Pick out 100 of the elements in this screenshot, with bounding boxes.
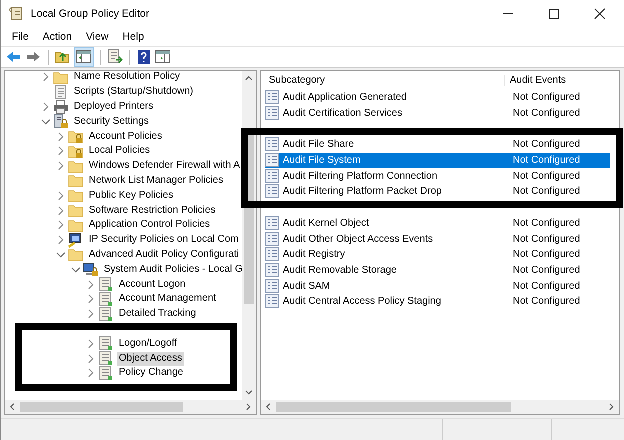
list-row[interactable]: Audit File System Not Configured (265, 152, 610, 168)
collapsed-chevron-icon[interactable] (86, 354, 96, 364)
menu-item[interactable]: Action (36, 31, 80, 43)
tree-item[interactable]: Public Key Policies (87, 188, 176, 203)
tree-item[interactable]: Detailed Tracking (117, 307, 198, 322)
table-cell-text: Audit Certification Services (283, 107, 402, 122)
list-row[interactable]: Audit Certification Services Not Configured (265, 106, 610, 122)
tree-item[interactable]: Software Restriction Policies (87, 204, 218, 218)
computer-lock-icon (83, 262, 99, 278)
list-row[interactable]: Audit Registry Not Configured (265, 246, 610, 263)
expanded-chevron-icon[interactable] (71, 264, 81, 275)
policy-list-icon (265, 153, 280, 168)
tree-item[interactable]: Logon/Logoff (117, 336, 180, 351)
column-header[interactable]: Subcategory (261, 75, 505, 86)
table-cell-text: Audit Application Generated (283, 91, 407, 106)
collapsed-chevron-icon[interactable] (56, 220, 66, 230)
collapsed-chevron-icon[interactable] (41, 72, 51, 82)
policy-list-icon (265, 294, 280, 310)
tree-item[interactable]: Deployed Printers (72, 100, 156, 114)
tree-item[interactable]: Name Resolution Policy (72, 70, 182, 84)
collapsed-chevron-icon[interactable] (86, 368, 96, 378)
list-row[interactable]: Audit Application Generated Not Configured (265, 90, 610, 106)
locked-folder-icon (68, 144, 84, 159)
collapsed-chevron-icon[interactable] (86, 280, 96, 290)
table-cell-text: Not Configured (512, 216, 580, 231)
policy-list-icon (265, 262, 280, 278)
tree-pane-icon[interactable] (76, 49, 92, 65)
computer-key-icon (68, 232, 84, 248)
scroll-down-icon[interactable] (244, 388, 254, 397)
action-pane-icon[interactable] (155, 49, 171, 65)
column-header[interactable]: Audit Events (505, 75, 566, 86)
list-row[interactable]: Audit Removable Storage Not Configured (265, 262, 610, 278)
table-cell-text: Audit File System (283, 154, 361, 168)
back-arrow-icon[interactable] (5, 49, 22, 65)
tree-item[interactable]: Account Logon (117, 278, 188, 292)
expanded-chevron-icon[interactable] (56, 250, 66, 260)
collapsed-chevron-icon[interactable] (56, 146, 66, 156)
table-cell-text: Audit Other Object Access Events (283, 232, 434, 247)
expanded-chevron-icon[interactable] (41, 116, 51, 127)
export-list-icon[interactable] (107, 49, 123, 65)
tree-item[interactable]: IP Security Policies on Local Com (87, 233, 241, 248)
table-cell-text: Not Configured (512, 154, 580, 168)
collapsed-chevron-icon[interactable] (56, 132, 66, 142)
folder-icon (68, 218, 84, 233)
folder-icon (68, 158, 84, 174)
table-cell-text: Not Configured (512, 170, 580, 184)
list-row[interactable]: Audit Filtering Platform Packet Drop Not Configured (265, 184, 610, 200)
horizontal-scrollbar[interactable] (5, 400, 256, 414)
list-row[interactable]: Audit Other Object Access Events Not Configured (265, 231, 610, 247)
policy-list-icon (265, 137, 280, 152)
menu-item[interactable]: View (79, 31, 116, 43)
close-icon[interactable] (594, 8, 606, 20)
collapsed-chevron-icon[interactable] (86, 294, 96, 304)
collapsed-chevron-icon[interactable] (86, 309, 96, 320)
policy-list-icon (265, 278, 280, 294)
policy-sheet-icon (98, 292, 114, 307)
table-cell-text: Not Configured (512, 138, 580, 152)
scroll-up-icon[interactable] (244, 74, 254, 83)
printer-icon (53, 100, 69, 114)
collapsed-chevron-icon[interactable] (41, 102, 51, 112)
list-row[interactable]: Audit Central Access Policy Staging Not Configured (265, 294, 610, 310)
server-lock-icon (53, 114, 69, 130)
menu-item[interactable]: Help (116, 31, 152, 43)
help-icon[interactable] (136, 49, 152, 65)
tree-item[interactable]: Network List Manager Policies (87, 174, 226, 188)
tree-item[interactable]: Application Control Policies (87, 218, 212, 232)
tree-item[interactable]: Local Policies (87, 144, 152, 158)
policy-list-icon (265, 216, 280, 231)
policy-list-icon (265, 106, 280, 122)
collapsed-chevron-icon[interactable] (56, 235, 66, 246)
list-row[interactable]: Audit Kernel Object Not Configured (265, 216, 610, 232)
maximize-icon[interactable] (548, 8, 560, 20)
list-row[interactable]: Audit SAM Not Configured (265, 278, 610, 294)
tree-item[interactable]: Account Management (117, 292, 218, 306)
collapsed-chevron-icon[interactable] (56, 190, 66, 201)
folder-icon (53, 70, 69, 85)
window-title: Local Group Policy Editor (31, 8, 150, 20)
table-cell-text: Not Configured (512, 232, 580, 247)
tree-item[interactable]: System Audit Policies - Local G (102, 262, 242, 277)
tree-item[interactable]: Account Policies (87, 130, 164, 144)
forward-arrow-icon[interactable] (25, 49, 42, 65)
collapsed-chevron-icon[interactable] (86, 338, 96, 349)
list-row[interactable]: Audit File Share Not Configured (265, 137, 610, 153)
tree-item[interactable]: Object Access (117, 352, 184, 366)
table-cell-text: Not Configured (512, 280, 580, 294)
menu-item[interactable]: File (5, 31, 36, 43)
tree-item[interactable]: Windows Defender Firewall with A (87, 159, 242, 174)
policy-sheet-icon (98, 306, 114, 322)
tree-item[interactable]: Security Settings (72, 114, 152, 129)
horizontal-scrollbar[interactable] (261, 400, 619, 414)
tree-item[interactable]: Scripts (Startup/Shutdown) (72, 85, 196, 100)
tree-item[interactable]: Advanced Audit Policy Configurati (87, 248, 242, 262)
collapsed-chevron-icon[interactable] (56, 161, 66, 172)
script-icon (53, 84, 69, 100)
collapsed-chevron-icon[interactable] (56, 206, 66, 216)
tree-item[interactable]: Policy Change (117, 366, 186, 380)
policy-sheet-icon (98, 336, 114, 352)
list-row[interactable]: Audit Filtering Platform Connection Not Configured (265, 168, 610, 184)
table-cell-text: Audit Filtering Platform Connection (283, 170, 438, 184)
table-cell-text: Not Configured (512, 264, 580, 278)
